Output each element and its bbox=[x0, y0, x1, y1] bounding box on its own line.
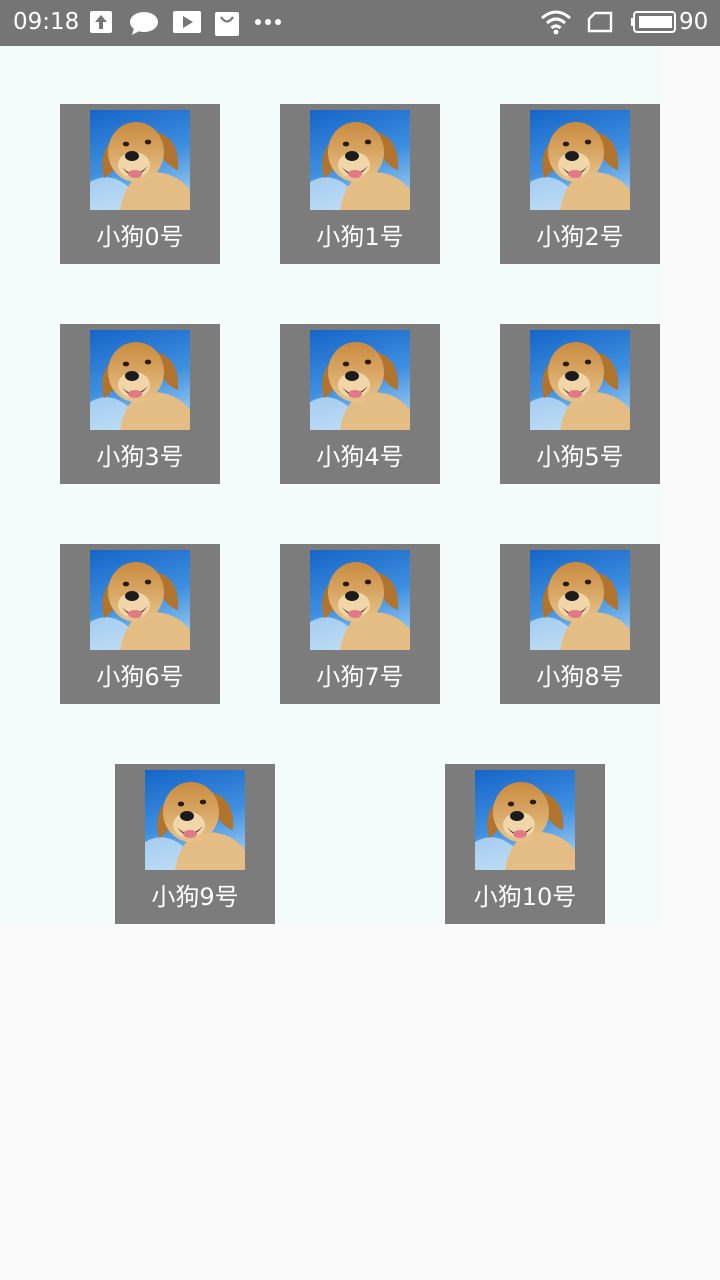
dog-card-3[interactable]: 小狗3号 bbox=[60, 324, 220, 484]
status-time: 09:18 bbox=[13, 9, 80, 35]
dog-photo bbox=[310, 550, 410, 650]
dog-card-2[interactable]: 小狗2号 bbox=[500, 104, 660, 264]
dog-label: 小狗10号 bbox=[473, 883, 577, 911]
dog-label: 小狗5号 bbox=[536, 443, 624, 471]
battery-level-text: 90 bbox=[679, 9, 709, 35]
dog-label: 小狗0号 bbox=[96, 223, 184, 251]
dog-card-10[interactable]: 小狗10号 bbox=[445, 764, 605, 924]
dog-card-8[interactable]: 小狗8号 bbox=[500, 544, 660, 704]
dog-card-1[interactable]: 小狗1号 bbox=[280, 104, 440, 264]
sim-card-icon bbox=[587, 11, 613, 33]
shopping-bag-icon bbox=[215, 10, 239, 36]
dog-photo bbox=[530, 330, 630, 430]
dog-photo bbox=[90, 330, 190, 430]
dog-label: 小狗7号 bbox=[316, 663, 404, 691]
dog-label: 小狗6号 bbox=[96, 663, 184, 691]
dog-grid: 小狗0号 小狗1号 小狗2号 小狗3号 小狗4号 小狗5号 小狗6号 小狗7号 … bbox=[0, 46, 660, 924]
dog-label: 小狗8号 bbox=[536, 663, 624, 691]
dog-photo bbox=[530, 110, 630, 210]
dog-label: 小狗4号 bbox=[316, 443, 404, 471]
dog-label: 小狗3号 bbox=[96, 443, 184, 471]
dog-card-4[interactable]: 小狗4号 bbox=[280, 324, 440, 484]
dog-photo bbox=[530, 550, 630, 650]
dog-photo bbox=[475, 770, 575, 870]
dog-photo bbox=[310, 330, 410, 430]
battery-icon bbox=[631, 11, 677, 33]
more-dots-icon bbox=[254, 18, 282, 26]
dog-card-0[interactable]: 小狗0号 bbox=[60, 104, 220, 264]
dog-label: 小狗1号 bbox=[316, 223, 404, 251]
upload-icon bbox=[89, 10, 113, 34]
dog-card-9[interactable]: 小狗9号 bbox=[115, 764, 275, 924]
dog-card-5[interactable]: 小狗5号 bbox=[500, 324, 660, 484]
chat-bubble-icon bbox=[129, 10, 159, 36]
dog-card-7[interactable]: 小狗7号 bbox=[280, 544, 440, 704]
dog-photo bbox=[90, 550, 190, 650]
dog-photo bbox=[90, 110, 190, 210]
dog-card-6[interactable]: 小狗6号 bbox=[60, 544, 220, 704]
dog-photo bbox=[310, 110, 410, 210]
wifi-icon bbox=[540, 9, 572, 35]
status-bar: 09:18 90 bbox=[0, 0, 720, 46]
play-icon bbox=[173, 10, 201, 34]
dog-label: 小狗9号 bbox=[151, 883, 239, 911]
dog-photo bbox=[145, 770, 245, 870]
dog-label: 小狗2号 bbox=[536, 223, 624, 251]
